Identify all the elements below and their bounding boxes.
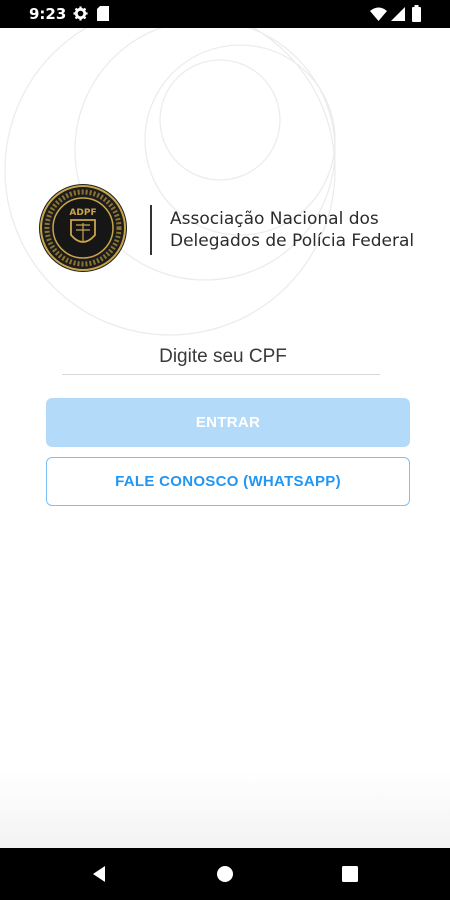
cpf-field <box>62 340 384 375</box>
org-name-line1: Associação Nacional dos <box>170 209 379 229</box>
whatsapp-contact-button-label: FALE CONOSCO (WHATSAPP) <box>115 473 341 490</box>
wifi-icon <box>370 7 387 21</box>
battery-icon <box>412 5 421 22</box>
enter-button[interactable]: ENTRAR <box>46 398 410 447</box>
enter-button-label: ENTRAR <box>195 414 261 431</box>
status-bar: 9:23 <box>0 0 450 28</box>
organization-name: Associação Nacional dos Delegados de Pol… <box>170 208 430 252</box>
whatsapp-contact-button[interactable]: FALE CONOSCO (WHATSAPP) <box>46 457 410 506</box>
status-time: 9:23 <box>29 5 67 23</box>
adpf-seal-logo: ADPF <box>39 184 127 272</box>
cpf-input[interactable] <box>62 340 384 374</box>
recents-icon[interactable] <box>339 863 361 885</box>
logo-divider <box>150 205 152 255</box>
sd-card-icon <box>97 6 109 21</box>
seal-text: ADPF <box>69 208 96 218</box>
org-name-line2: Delegados de Polícia Federal <box>170 231 415 251</box>
signal-icon <box>391 7 405 21</box>
gear-icon <box>73 6 88 21</box>
navigation-bar <box>0 848 450 900</box>
back-icon[interactable] <box>89 863 111 885</box>
bottom-fade <box>0 770 450 848</box>
home-icon[interactable] <box>214 863 236 885</box>
